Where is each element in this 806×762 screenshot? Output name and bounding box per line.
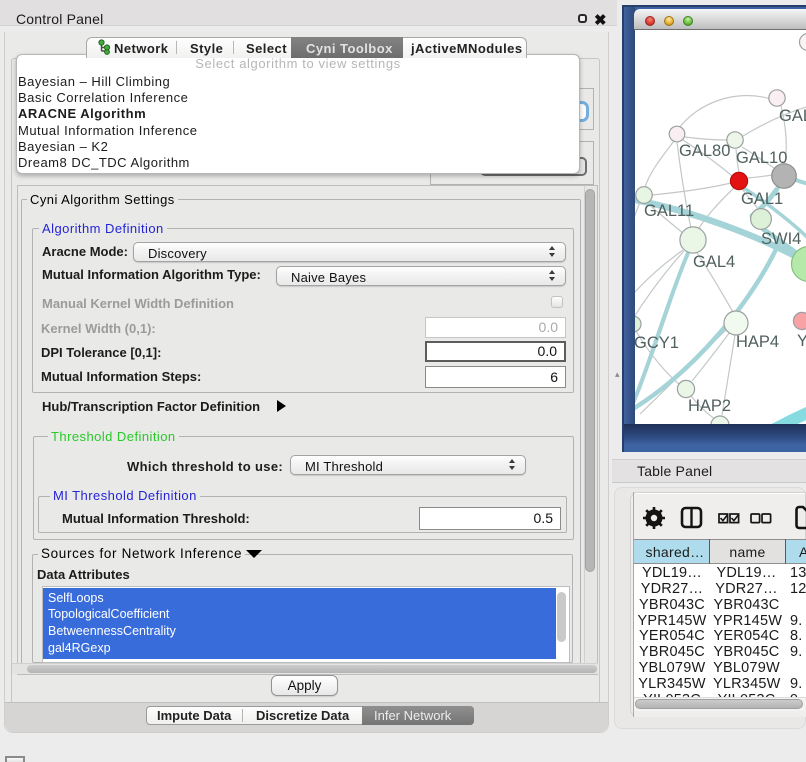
svg-text:HAP2: HAP2 (688, 397, 731, 415)
svg-text:GCY1: GCY1 (635, 334, 679, 352)
svg-text:GAL80: GAL80 (679, 142, 730, 160)
svg-text:GAL2: GAL2 (779, 107, 806, 125)
svg-text:GAL11: GAL11 (644, 202, 694, 220)
svg-text:GAL10: GAL10 (736, 149, 787, 167)
svg-text:SWI4: SWI4 (761, 230, 801, 248)
svg-text:HAP4: HAP4 (736, 333, 779, 351)
svg-text:Y: Y (797, 332, 806, 350)
svg-text:GAL4: GAL4 (693, 253, 735, 271)
svg-text:GAL1: GAL1 (741, 190, 783, 208)
